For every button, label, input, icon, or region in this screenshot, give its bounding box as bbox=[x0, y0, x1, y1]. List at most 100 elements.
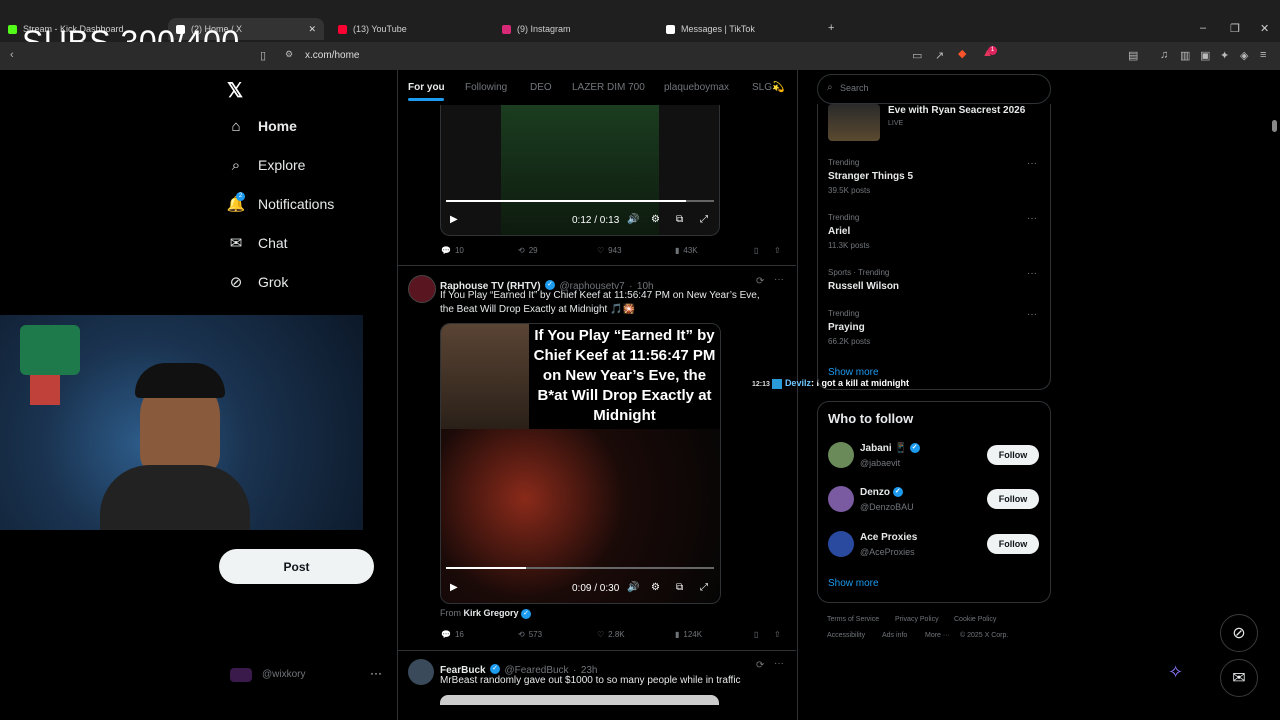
menu-icon[interactable]: ≡ bbox=[1260, 49, 1266, 61]
account-handle[interactable]: @jabaevit bbox=[860, 458, 900, 468]
footer-ads-info[interactable]: Ads info bbox=[882, 632, 907, 639]
trend-name[interactable]: Praying bbox=[828, 322, 865, 333]
footer-accessibility[interactable]: Accessibility bbox=[827, 632, 865, 639]
new-tab-icon[interactable]: + bbox=[828, 22, 834, 34]
close-window-icon[interactable]: ✕ bbox=[1260, 22, 1269, 35]
account-handle[interactable]: @DenzoBAU bbox=[860, 502, 914, 512]
trend-name[interactable]: Stranger Things 5 bbox=[828, 171, 913, 182]
share-icon[interactable]: ↗ bbox=[935, 49, 944, 62]
share-tweet-icon[interactable]: ⇧ bbox=[774, 630, 781, 639]
account-name[interactable]: Denzo ✓ bbox=[860, 487, 903, 498]
wallet-icon[interactable]: ▣ bbox=[1200, 49, 1210, 62]
account-handle[interactable]: @AceProxies bbox=[860, 547, 915, 557]
account-name[interactable]: Jabani 📱 ✓ bbox=[860, 443, 920, 454]
post-button[interactable]: Post bbox=[219, 549, 374, 584]
minimize-icon[interactable]: – bbox=[1200, 22, 1206, 34]
footer-more[interactable]: More ··· bbox=[925, 632, 950, 639]
bookmark-icon[interactable]: ▯ bbox=[260, 49, 266, 62]
account-handle[interactable]: @wixkory bbox=[262, 669, 306, 680]
trend-more-icon[interactable]: ··· bbox=[1027, 268, 1037, 279]
pip-icon[interactable]: ⧉ bbox=[676, 214, 683, 225]
live-title[interactable]: Eve with Ryan Seacrest 2026 bbox=[888, 105, 1025, 116]
reader-icon[interactable]: ▥ bbox=[1180, 49, 1190, 62]
sidebar-toggle-icon[interactable]: ▤ bbox=[1128, 49, 1138, 62]
settings-icon[interactable]: ⚙ bbox=[651, 214, 660, 225]
nav-notifications[interactable]: 🔔 2 Notifications bbox=[227, 192, 334, 213]
tab-slg[interactable]: SLG💫 bbox=[752, 82, 784, 93]
account-avatar[interactable] bbox=[230, 668, 252, 682]
reply-button[interactable]: 💬 16 bbox=[441, 630, 464, 639]
url-field[interactable]: x.com/home bbox=[305, 50, 359, 61]
volume-icon[interactable]: 🔊 bbox=[627, 214, 639, 225]
music-icon[interactable]: ♫ bbox=[1160, 49, 1168, 61]
trend-more-icon[interactable]: ··· bbox=[1027, 158, 1037, 169]
bookmark-tweet-icon[interactable]: ▯ bbox=[754, 246, 758, 255]
tab-plaqueboymax[interactable]: plaqueboymax bbox=[664, 82, 729, 93]
follow-button[interactable]: Follow bbox=[987, 534, 1039, 554]
account-menu-icon[interactable]: ··· bbox=[370, 666, 382, 680]
trend-more-icon[interactable]: ··· bbox=[1027, 213, 1037, 224]
tab-lazer-dim[interactable]: LAZER DIM 700 bbox=[572, 82, 645, 93]
avatar[interactable] bbox=[408, 659, 434, 685]
pip-icon[interactable]: ⧉ bbox=[676, 582, 683, 593]
close-tab-icon[interactable]: ✕ bbox=[308, 24, 316, 35]
tab-tiktok[interactable]: Messages | TikTok bbox=[666, 18, 816, 40]
play-icon[interactable]: ▶ bbox=[450, 214, 458, 225]
messages-fab-icon[interactable]: ✉ bbox=[1220, 659, 1258, 697]
tab-youtube[interactable]: (13) YouTube bbox=[338, 18, 488, 40]
nav-chat[interactable]: ✉ Chat bbox=[228, 235, 288, 252]
live-thumbnail[interactable] bbox=[828, 104, 880, 141]
scrollbar-thumb[interactable] bbox=[1272, 120, 1277, 132]
fullscreen-icon[interactable]: ⤢ bbox=[700, 582, 708, 593]
avatar[interactable] bbox=[828, 442, 854, 468]
nav-explore[interactable]: ⌕ Explore bbox=[228, 157, 306, 174]
brave-shield-icon[interactable]: ◆ bbox=[958, 47, 966, 60]
fullscreen-icon[interactable]: ⤢ bbox=[700, 214, 708, 225]
more-icon[interactable]: ··· bbox=[774, 658, 784, 669]
search-box[interactable]: ⌕ Search bbox=[817, 74, 1051, 104]
share-tweet-icon[interactable]: ⇧ bbox=[774, 246, 781, 255]
footer-privacy[interactable]: Privacy Policy bbox=[895, 616, 939, 623]
leo-ai-icon[interactable]: ✦ bbox=[1220, 49, 1229, 62]
repost-button[interactable]: ⟲ 573 bbox=[518, 630, 542, 639]
cast-icon[interactable]: ▭ bbox=[912, 49, 922, 62]
grok-explain-icon[interactable]: ⟳ bbox=[756, 276, 764, 287]
site-info-icon[interactable]: ⚙ bbox=[285, 49, 293, 60]
grok-fab-icon[interactable]: ⊘ bbox=[1220, 614, 1258, 652]
like-button[interactable]: ♡ 2.8K bbox=[597, 630, 625, 639]
trend-name[interactable]: Russell Wilson bbox=[828, 281, 899, 292]
like-button[interactable]: ♡ 943 bbox=[597, 246, 622, 255]
follow-button[interactable]: Follow bbox=[987, 445, 1039, 465]
avatar[interactable] bbox=[828, 531, 854, 557]
repost-button[interactable]: ⟲ 29 bbox=[518, 246, 538, 255]
tab-deo[interactable]: DEO bbox=[530, 82, 552, 93]
follow-show-more[interactable]: Show more bbox=[828, 578, 879, 589]
search-input[interactable]: Search bbox=[840, 83, 869, 93]
footer-cookie[interactable]: Cookie Policy bbox=[954, 616, 996, 623]
reply-button[interactable]: 💬 10 bbox=[441, 246, 464, 255]
tweet2-video[interactable]: If You Play “Earned It” by Chief Keef at… bbox=[440, 323, 721, 604]
trend-more-icon[interactable]: ··· bbox=[1027, 309, 1037, 320]
bookmark-tweet-icon[interactable]: ▯ bbox=[754, 630, 758, 639]
play-icon[interactable]: ▶ bbox=[450, 582, 458, 593]
tab-following[interactable]: Following bbox=[465, 82, 507, 93]
volume-icon[interactable]: 🔊 bbox=[627, 582, 639, 593]
trends-show-more[interactable]: Show more bbox=[828, 367, 879, 378]
back-icon[interactable]: ‹ bbox=[10, 49, 14, 61]
more-icon[interactable]: ··· bbox=[774, 274, 784, 285]
source-name[interactable]: Kirk Gregory bbox=[464, 608, 519, 618]
account-name[interactable]: Ace Proxies bbox=[860, 532, 917, 543]
avatar[interactable] bbox=[408, 275, 436, 303]
avatar[interactable] bbox=[828, 486, 854, 512]
tweet3-media[interactable] bbox=[440, 695, 719, 705]
trend-name[interactable]: Ariel bbox=[828, 226, 850, 237]
tab-instagram[interactable]: (9) Instagram bbox=[502, 18, 652, 40]
views-button[interactable]: ▮ 124K bbox=[675, 630, 702, 639]
tab-for-you[interactable]: For you bbox=[408, 82, 445, 93]
grok-explain-icon[interactable]: ⟳ bbox=[756, 660, 764, 671]
vpn-icon[interactable]: ◈ bbox=[1240, 49, 1248, 62]
nav-grok[interactable]: ⊘ Grok bbox=[228, 274, 289, 291]
x-logo-icon[interactable]: 𝕏 bbox=[227, 78, 243, 103]
follow-button[interactable]: Follow bbox=[987, 489, 1039, 509]
nav-home[interactable]: ⌂ Home bbox=[228, 118, 296, 135]
